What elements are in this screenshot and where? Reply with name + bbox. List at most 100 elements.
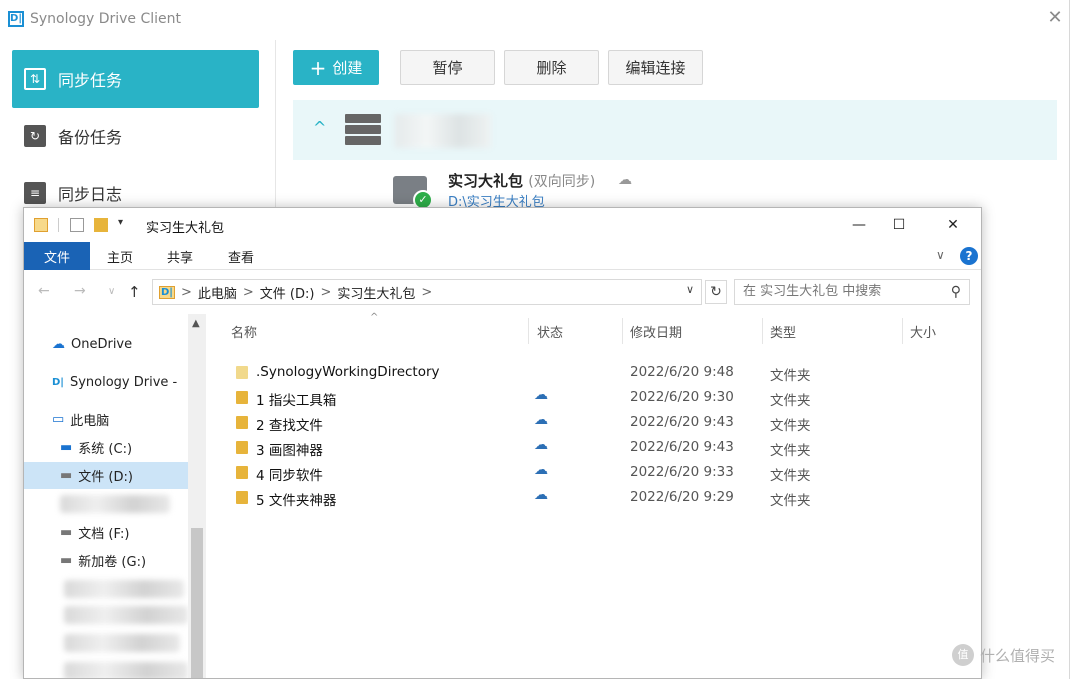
cloud-icon: ☁: [618, 172, 632, 188]
divider: [58, 218, 59, 232]
recent-dropdown-icon[interactable]: ∨: [108, 286, 115, 297]
chevron-down-icon[interactable]: ▾: [118, 217, 132, 231]
file-row[interactable]: 4 同步软件 ☁ 2022/6/20 9:33 文件夹: [224, 460, 981, 485]
close-icon[interactable]: ✕: [938, 214, 968, 236]
cloud-icon: ☁: [534, 462, 548, 478]
server-row[interactable]: ^: [293, 100, 1057, 160]
delete-button[interactable]: 删除: [504, 50, 599, 85]
redacted-nav-item: [64, 580, 184, 598]
title-bar: D| Synology Drive Client: [8, 8, 181, 30]
file-row[interactable]: 5 文件夹神器 ☁ 2022/6/20 9:29 文件夹: [224, 485, 981, 510]
scroll-up-icon[interactable]: ▲: [192, 318, 200, 329]
create-button[interactable]: + 创建: [293, 50, 379, 85]
search-placeholder: 在 实习生大礼包 中搜索: [743, 284, 882, 299]
file-row[interactable]: .SynologyWorkingDirectory 2022/6/20 9:48…: [224, 360, 981, 385]
folder-icon: [236, 441, 248, 454]
new-folder-icon[interactable]: [94, 218, 108, 232]
breadcrumb-separator: >: [320, 284, 332, 300]
file-row[interactable]: 1 指尖工具箱 ☁ 2022/6/20 9:30 文件夹: [224, 385, 981, 410]
file-type: 文件夹: [770, 368, 811, 384]
drive-icon: ▬: [60, 525, 73, 540]
column-status[interactable]: 状态: [537, 322, 563, 341]
task-row[interactable]: 实习大礼包 (双向同步): [448, 170, 595, 191]
nav-item-label: 此电脑: [70, 414, 110, 429]
pause-button[interactable]: 暂停: [400, 50, 495, 85]
file-name: 3 画图神器: [256, 443, 323, 459]
minimize-icon[interactable]: —: [844, 214, 874, 236]
file-name: 5 文件夹神器: [256, 493, 337, 509]
cloud-icon: ☁: [534, 487, 548, 503]
tab-home[interactable]: 主页: [90, 242, 150, 270]
tab-view[interactable]: 查看: [210, 242, 272, 270]
file-name: 2 查找文件: [256, 418, 323, 434]
breadcrumb-drive-d[interactable]: 文件 (D:): [260, 283, 315, 302]
address-dropdown-icon[interactable]: ∨: [686, 283, 694, 296]
nav-scrollbar[interactable]: ▲: [188, 314, 206, 678]
app-title: Synology Drive Client: [30, 11, 181, 27]
properties-icon[interactable]: [70, 218, 84, 232]
sidebar-item-backup-tasks[interactable]: ↻ 备份任务: [12, 107, 259, 165]
breadcrumb-current-folder[interactable]: 实习生大礼包: [337, 283, 415, 302]
file-row[interactable]: 2 查找文件 ☁ 2022/6/20 9:43 文件夹: [224, 410, 981, 435]
window-title: 实习生大礼包: [146, 221, 225, 236]
tab-file[interactable]: 文件: [24, 242, 90, 270]
chevron-down-icon[interactable]: ∨: [936, 248, 945, 262]
breadcrumb-separator: >: [421, 284, 433, 300]
file-date: 2022/6/20 9:30: [630, 389, 734, 405]
file-type: 文件夹: [770, 468, 811, 484]
nav-item-onedrive[interactable]: ☁ OneDrive: [24, 331, 188, 358]
close-icon[interactable]: ✕: [1046, 9, 1064, 27]
file-type: 文件夹: [770, 493, 811, 509]
file-date: 2022/6/20 9:29: [630, 489, 734, 505]
search-icon[interactable]: ⚲: [951, 280, 961, 304]
folder-icon: [236, 466, 248, 479]
sidebar-item-sync-tasks[interactable]: ⇅ 同步任务: [12, 50, 259, 108]
file-list: ^ 名称 状态 修改日期 类型 大小 .SynologyWorkingDirec…: [224, 312, 981, 678]
maximize-icon[interactable]: ☐: [884, 214, 914, 236]
file-name: 4 同步软件: [256, 468, 323, 484]
scrollbar-thumb[interactable]: [191, 528, 203, 678]
file-row[interactable]: 3 画图神器 ☁ 2022/6/20 9:43 文件夹: [224, 435, 981, 460]
nav-item-drive-d[interactable]: ▬ 文件 (D:): [24, 462, 188, 489]
edit-connection-button[interactable]: 编辑连接: [608, 50, 703, 85]
refresh-icon[interactable]: ↻: [705, 280, 727, 304]
computer-icon: ▭: [52, 412, 65, 427]
sidebar-item-label: 同步日志: [58, 185, 123, 204]
system-drive-icon: ▬: [60, 440, 73, 455]
chevron-up-icon[interactable]: ^: [313, 118, 326, 137]
nav-item-synology-drive[interactable]: D| Synology Drive -: [24, 369, 188, 396]
file-date: 2022/6/20 9:43: [630, 414, 734, 430]
watermark-logo-icon: 值: [952, 644, 974, 666]
breadcrumb-this-pc[interactable]: 此电脑: [198, 283, 237, 302]
up-icon[interactable]: ↑: [128, 283, 141, 301]
search-input[interactable]: 在 实习生大礼包 中搜索 ⚲: [734, 279, 970, 305]
folder-icon: [34, 218, 48, 232]
forward-icon[interactable]: →: [74, 283, 86, 299]
nav-item-drive-c[interactable]: ▬ 系统 (C:): [24, 434, 188, 461]
server-icon: [345, 114, 381, 146]
column-size[interactable]: 大小: [910, 322, 936, 341]
folder-icon: [236, 416, 248, 429]
help-icon[interactable]: ?: [960, 247, 978, 265]
tab-share[interactable]: 共享: [150, 242, 210, 270]
redacted-nav-item: [64, 662, 188, 678]
create-label: 创建: [332, 59, 363, 77]
breadcrumb-separator: >: [242, 284, 254, 300]
redacted-nav-item: [60, 495, 170, 513]
nav-item-drive-f[interactable]: ▬ 文档 (F:): [24, 519, 188, 546]
sync-icon: ⇅: [24, 68, 46, 90]
nav-item-drive-g[interactable]: ▬ 新加卷 (G:): [24, 547, 188, 574]
column-type[interactable]: 类型: [770, 322, 796, 341]
folder-icon: [236, 391, 248, 404]
column-name[interactable]: 名称: [231, 322, 257, 341]
drive-folder-icon: D|: [159, 285, 175, 299]
address-bar[interactable]: D| > 此电脑 > 文件 (D:) > 实习生大礼包 >: [152, 279, 702, 305]
column-date-modified[interactable]: 修改日期: [630, 322, 682, 341]
log-icon: ≡: [24, 182, 46, 204]
nav-item-label: 新加卷 (G:): [78, 555, 147, 570]
cloud-icon: ☁: [534, 387, 548, 403]
nav-item-label: OneDrive: [71, 337, 133, 352]
back-icon[interactable]: ←: [38, 283, 50, 299]
nav-item-this-pc[interactable]: ▭ 此电脑: [24, 406, 188, 433]
ribbon: 文件 主页 共享 查看 ∨ ?: [24, 242, 981, 270]
